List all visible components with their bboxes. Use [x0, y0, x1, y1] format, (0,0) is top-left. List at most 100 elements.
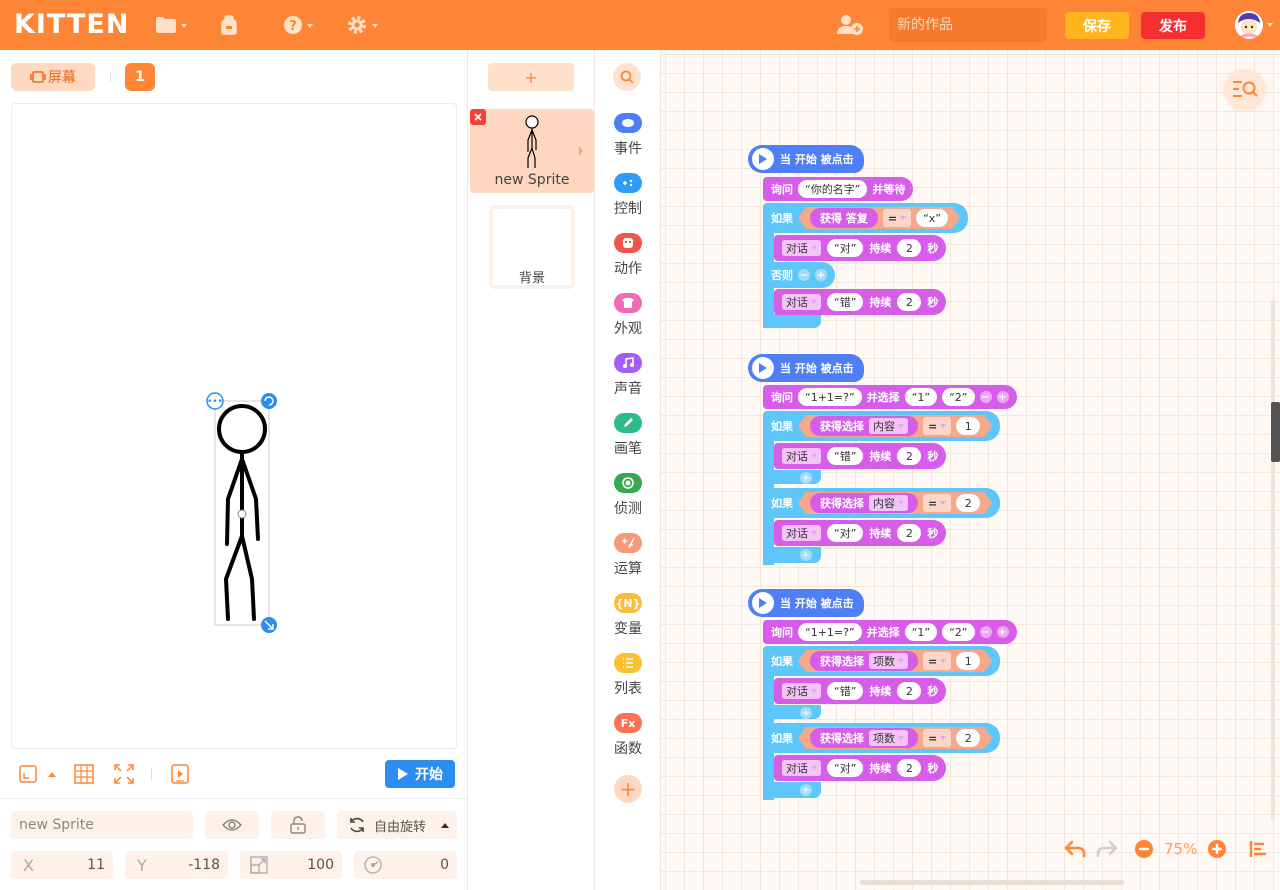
add-sprite-button[interactable]: +: [488, 63, 574, 91]
horizontal-scrollbar[interactable]: [860, 880, 1124, 885]
ask-and-wait-block[interactable]: 询问 “你的名字” 并等待: [763, 177, 914, 201]
redo-icon[interactable]: [1096, 840, 1118, 858]
say-for-seconds-block[interactable]: 对话 “错” 持续 2 秒: [774, 443, 947, 469]
direction-field[interactable]: 0: [354, 851, 457, 879]
category-looks[interactable]: 外观: [595, 293, 661, 353]
get-choice-reporter[interactable]: 获得选择 项数: [810, 728, 918, 748]
option-input[interactable]: “2”: [942, 623, 975, 641]
publish-button[interactable]: 发布: [1141, 12, 1205, 39]
add-option-button[interactable]: +: [996, 626, 1009, 638]
background-card[interactable]: 背景: [489, 205, 575, 289]
workspace-search-button[interactable]: [1225, 69, 1265, 109]
ask-text-input[interactable]: “1+1=?”: [798, 623, 862, 641]
when-start-clicked-block[interactable]: 当 开始 被点击: [748, 354, 864, 382]
help-menu-button[interactable]: ?: [283, 14, 313, 36]
operator-dropdown[interactable]: =: [923, 417, 951, 435]
duration-input[interactable]: 2: [897, 524, 922, 542]
remove-option-button[interactable]: −: [979, 391, 992, 403]
category-pen[interactable]: 画笔: [595, 413, 661, 473]
choice-property-dropdown[interactable]: 内容: [869, 495, 908, 511]
duration-input[interactable]: 2: [897, 293, 922, 311]
ask-text-input[interactable]: “1+1=?”: [798, 388, 862, 406]
duration-input[interactable]: 2: [897, 447, 922, 465]
compare-number-input[interactable]: 1: [956, 417, 980, 435]
say-text-input[interactable]: “对”: [827, 239, 864, 257]
chevron-down-icon[interactable]: [1267, 23, 1273, 27]
ask-and-choose-block[interactable]: 询问 “1+1=?” 并选择 “1” “2” − +: [763, 385, 1017, 409]
backpack-button[interactable]: [219, 14, 239, 36]
add-branch-button[interactable]: +: [800, 472, 812, 484]
remove-branch-button[interactable]: −: [798, 269, 810, 281]
say-mode-dropdown[interactable]: 对话: [782, 683, 821, 699]
remove-option-button[interactable]: −: [979, 626, 992, 638]
say-for-seconds-block[interactable]: 对话 “对” 持续 2 秒: [774, 755, 947, 781]
sprite-card[interactable]: new Sprite: [470, 109, 594, 193]
undo-icon[interactable]: [1064, 840, 1086, 858]
category-sensing[interactable]: 侦测: [595, 473, 661, 533]
save-button[interactable]: 保存: [1065, 12, 1129, 39]
add-branch-button[interactable]: +: [800, 784, 812, 796]
category-variable[interactable]: {N} 变量: [595, 593, 661, 653]
file-menu-button[interactable]: [155, 14, 187, 36]
add-branch-button[interactable]: +: [800, 549, 812, 561]
code-workspace[interactable]: 当 开始 被点击 询问 “你的名字” 并等待 如果 获得 答复 = “x” 对话…: [661, 50, 1280, 890]
settings-menu-button[interactable]: [346, 14, 378, 36]
option-input[interactable]: “1”: [904, 388, 938, 406]
rotation-mode-select[interactable]: 自由旋转: [337, 811, 457, 839]
screen-number-tab[interactable]: 1: [125, 63, 155, 91]
compare-number-input[interactable]: 1: [956, 652, 980, 670]
if-block[interactable]: 如果 获得选择 项数 = 1: [763, 646, 1001, 676]
say-mode-dropdown[interactable]: 对话: [782, 760, 821, 776]
choice-property-dropdown[interactable]: 项数: [869, 730, 908, 746]
say-text-input[interactable]: “错”: [827, 293, 864, 311]
equals-condition[interactable]: 获得选择 内容 = 2: [798, 492, 992, 514]
say-text-input[interactable]: “对”: [827, 524, 864, 542]
equals-condition[interactable]: 获得选择 内容 = 1: [798, 415, 992, 437]
if-block[interactable]: 如果 获得选择 内容 = 1: [763, 411, 1001, 441]
vertical-scrollbar[interactable]: [1271, 300, 1275, 820]
delete-sprite-button[interactable]: [470, 109, 486, 125]
fullscreen-button[interactable]: [114, 763, 134, 785]
stick-figure-sprite[interactable]: •••: [12, 104, 458, 750]
align-blocks-icon[interactable]: [1249, 840, 1269, 858]
size-field[interactable]: 100: [240, 851, 342, 879]
screen-list-button[interactable]: 屏幕: [11, 63, 95, 91]
category-motion[interactable]: 动作: [595, 233, 661, 293]
chevron-right-icon[interactable]: [578, 145, 584, 157]
equals-condition[interactable]: 获得选择 项数 = 2: [798, 727, 992, 749]
say-mode-dropdown[interactable]: 对话: [782, 240, 821, 256]
when-start-clicked-block[interactable]: 当 开始 被点击: [748, 145, 864, 173]
stage-size-button[interactable]: [19, 763, 37, 785]
category-function[interactable]: Fx 函数: [595, 713, 661, 773]
say-mode-dropdown[interactable]: 对话: [782, 448, 821, 464]
grid-toggle-button[interactable]: [74, 763, 94, 785]
say-for-seconds-block[interactable]: 对话 “对” 持续 2 秒: [774, 520, 947, 546]
equals-condition[interactable]: 获得选择 项数 = 1: [798, 650, 992, 672]
ask-text-input[interactable]: “你的名字”: [798, 180, 868, 198]
get-choice-reporter[interactable]: 获得选择 内容: [810, 493, 918, 513]
say-text-input[interactable]: “对”: [827, 759, 864, 777]
say-mode-dropdown[interactable]: 对话: [782, 294, 821, 310]
ask-and-choose-block[interactable]: 询问 “1+1=?” 并选择 “1” “2” − +: [763, 620, 1017, 644]
sprite-name-input[interactable]: new Sprite: [11, 811, 193, 839]
category-event[interactable]: 事件: [595, 113, 661, 173]
operator-dropdown[interactable]: =: [923, 729, 951, 747]
if-block[interactable]: 如果 获得选择 内容 = 2: [763, 488, 1001, 518]
project-title-input[interactable]: [889, 8, 1047, 42]
when-start-clicked-block[interactable]: 当 开始 被点击: [748, 589, 864, 617]
add-extension-button[interactable]: +: [614, 775, 642, 803]
say-text-input[interactable]: “错”: [827, 447, 864, 465]
start-button[interactable]: 开始: [385, 760, 455, 788]
device-preview-button[interactable]: [171, 763, 189, 785]
operator-dropdown[interactable]: =: [923, 652, 951, 670]
compare-text-input[interactable]: “x”: [916, 209, 948, 227]
visibility-toggle[interactable]: [205, 811, 259, 839]
lock-toggle[interactable]: [271, 811, 325, 839]
category-operator[interactable]: 运算: [595, 533, 661, 593]
side-drawer-handle[interactable]: [1271, 402, 1280, 462]
zoom-in-icon[interactable]: [1207, 839, 1227, 859]
choice-property-dropdown[interactable]: 项数: [869, 653, 908, 669]
get-answer-reporter[interactable]: 获得 答复: [810, 208, 878, 228]
duration-input[interactable]: 2: [897, 759, 922, 777]
stage-canvas[interactable]: •••: [11, 103, 457, 749]
